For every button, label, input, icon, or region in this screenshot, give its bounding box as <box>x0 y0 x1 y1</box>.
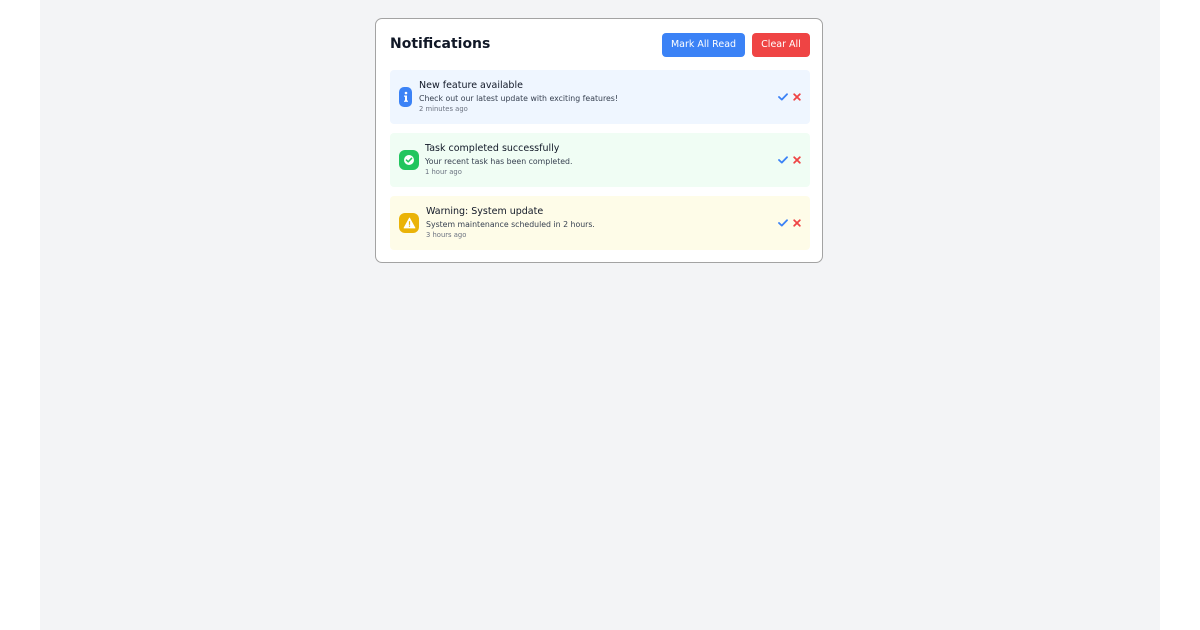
notification-title: Warning: System update <box>426 206 544 217</box>
mark-read-check-icon[interactable] <box>778 154 788 166</box>
notification-content: New feature available Check out our late… <box>419 80 618 114</box>
notification-actions <box>778 91 802 103</box>
dismiss-x-icon[interactable] <box>792 217 802 229</box>
notification-time: 2 minutes ago <box>419 105 468 113</box>
panel-header: Notifications Mark All Read Clear All <box>390 33 810 57</box>
notification-time: 3 hours ago <box>426 231 467 239</box>
notification-content: Task completed successfully Your recent … <box>425 143 572 177</box>
notification-message: Check out our latest update with excitin… <box>419 94 618 103</box>
notification-time: 1 hour ago <box>425 168 462 176</box>
notification-item-warning: Warning: System update System maintenanc… <box>390 196 810 250</box>
dismiss-x-icon[interactable] <box>792 154 802 166</box>
mark-read-check-icon[interactable] <box>778 91 788 103</box>
page-background: Notifications Mark All Read Clear All Ne… <box>40 0 1160 630</box>
check-circle-icon <box>399 150 419 170</box>
mark-read-check-icon[interactable] <box>778 217 788 229</box>
clear-all-button[interactable]: Clear All <box>752 33 810 57</box>
notification-title: New feature available <box>419 80 523 91</box>
notifications-panel: Notifications Mark All Read Clear All Ne… <box>375 18 823 263</box>
notification-actions <box>778 154 802 166</box>
notification-title: Task completed successfully <box>425 143 560 154</box>
notification-actions <box>778 217 802 229</box>
info-icon <box>399 87 412 107</box>
warning-icon <box>399 213 419 233</box>
dismiss-x-icon[interactable] <box>792 91 802 103</box>
notification-item-success: Task completed successfully Your recent … <box>390 133 810 187</box>
notification-item-info: New feature available Check out our late… <box>390 70 810 124</box>
notification-message: System maintenance scheduled in 2 hours. <box>426 220 595 229</box>
notification-content: Warning: System update System maintenanc… <box>426 206 595 240</box>
notification-message: Your recent task has been completed. <box>425 157 573 166</box>
mark-all-read-button[interactable]: Mark All Read <box>662 33 745 57</box>
panel-title: Notifications <box>390 36 491 52</box>
